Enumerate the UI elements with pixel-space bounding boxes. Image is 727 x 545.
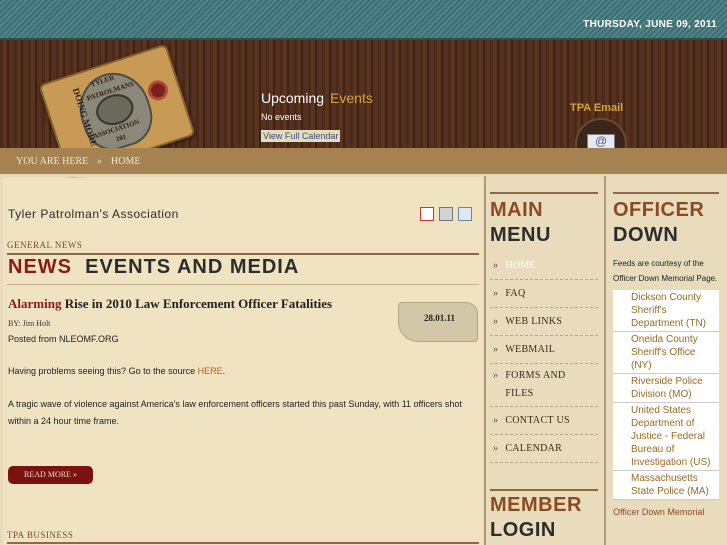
email-icon[interactable] <box>458 207 472 221</box>
officer-down-footer-link[interactable]: Officer Down Memorial <box>613 507 719 517</box>
heading-divider <box>7 284 479 285</box>
officer-down-heading-1: OFFICER <box>613 199 705 221</box>
article-title-rest: Rise in 2010 Law Enforcement Officer Fat… <box>64 296 333 311</box>
menu-heading-main: MAIN <box>490 199 544 221</box>
officer-down-heading-2: DOWN <box>613 224 679 246</box>
events-heading-accent: Events <box>330 90 373 106</box>
article-date-badge: 28.01.11 <box>398 302 478 342</box>
menu-item-contact-us[interactable]: » CONTACT US <box>490 407 598 435</box>
article-source: Having problems seeing this? Go to the s… <box>8 366 226 376</box>
arrow-icon: » <box>493 288 499 299</box>
feed-note: Feeds are courtesy of the Officer Down M… <box>613 259 718 283</box>
header-banner: TYLER PATROLMANS ASSOCIATION 101 DOING M… <box>0 40 727 177</box>
article-posted: Posted from NLEOMF.ORG <box>8 334 119 344</box>
read-more-button[interactable]: READ MORE » <box>8 466 93 484</box>
pdf-icon[interactable] <box>420 207 434 221</box>
arrow-icon: » <box>493 316 499 327</box>
site-title: Tyler Patrolman's Association <box>8 207 179 221</box>
article-body: A tragic wave of violence against Americ… <box>8 399 462 426</box>
article-date: 28.01.11 <box>424 313 456 323</box>
top-strip: THURSDAY, JUNE 09, 2011 <box>0 0 727 40</box>
events-empty-text: No events <box>261 112 302 122</box>
column-divider <box>484 176 486 545</box>
header-date: THURSDAY, JUNE 09, 2011 <box>583 19 717 30</box>
article-title-accent: Alarming <box>8 296 62 311</box>
heading-rest: EVENTS AND MEDIA <box>85 256 300 278</box>
column-divider <box>604 176 606 545</box>
member-heading: MEMBER <box>490 494 582 516</box>
breadcrumb-separator: » <box>97 156 102 167</box>
source-link[interactable]: HERE <box>198 366 223 376</box>
article-title[interactable]: Alarming Rise in 2010 Law Enforcement Of… <box>8 296 332 312</box>
page-heading: NEWS EVENTS AND MEDIA <box>8 256 299 279</box>
article-tools <box>420 207 477 226</box>
menu-item-home[interactable]: » HOME <box>490 252 598 280</box>
officer-down-panel: OFFICER DOWN Feeds are courtesy of the O… <box>613 192 719 517</box>
menu-item-webmail[interactable]: » WEBMAIL <box>490 336 598 364</box>
section-divider <box>7 253 479 255</box>
menu-item-web-links[interactable]: » WEB LINKS <box>490 308 598 336</box>
officer-down-item[interactable]: Oneida County Sheriff's Office (NY) <box>613 332 719 374</box>
arrow-icon: » <box>493 370 499 381</box>
section-divider-2 <box>7 542 479 544</box>
at-sign-icon: @ <box>595 134 608 148</box>
view-calendar-link[interactable]: View Full Calendar <box>261 130 341 142</box>
article-byline: BY: Jim Holt <box>8 319 51 328</box>
menu-item-calendar[interactable]: » CALENDAR <box>490 435 598 463</box>
officer-down-item[interactable]: Massachusetts State Police (MA) <box>613 471 719 500</box>
officer-down-item[interactable]: Riverside Police Division (MO) <box>613 374 719 403</box>
section-label-tpa-business: TPA BUSINESS <box>7 530 74 540</box>
tag-hole <box>145 77 171 103</box>
section-label-general-news: GENERAL NEWS <box>7 240 83 250</box>
menu-heading-menu: MENU <box>490 224 551 246</box>
upcoming-events: Upcoming Events No events View Full Calen… <box>261 90 373 144</box>
breadcrumb-prefix: YOU ARE HERE <box>16 156 89 167</box>
arrow-icon: » <box>493 344 499 355</box>
officer-down-item[interactable]: United States Department of Justice - Fe… <box>613 403 719 471</box>
heading-accent: NEWS <box>8 256 72 278</box>
menu-item-faq[interactable]: » FAQ <box>490 280 598 308</box>
tpa-email-label: TPA Email <box>570 102 624 114</box>
breadcrumb: YOU ARE HERE » HOME <box>0 148 727 177</box>
arrow-icon: » <box>493 260 499 271</box>
arrow-icon: » <box>493 443 499 454</box>
events-heading: Upcoming Events <box>261 90 373 106</box>
main-content: Tyler Patrolman's Association GENERAL NE… <box>3 178 483 545</box>
menu-item-forms-and-files[interactable]: » FORMS AND FILES <box>490 364 598 407</box>
main-menu: MAIN MENU » HOME » FAQ » WEB LINKS » WEBMAIL… <box>490 192 598 543</box>
login-heading: LOGIN <box>490 519 556 541</box>
breadcrumb-home[interactable]: HOME <box>111 156 140 167</box>
officer-down-item[interactable]: Dickson County Sheriff's Department (TN) <box>613 290 719 332</box>
arrow-icon: » <box>493 415 499 426</box>
print-icon[interactable] <box>439 207 453 221</box>
